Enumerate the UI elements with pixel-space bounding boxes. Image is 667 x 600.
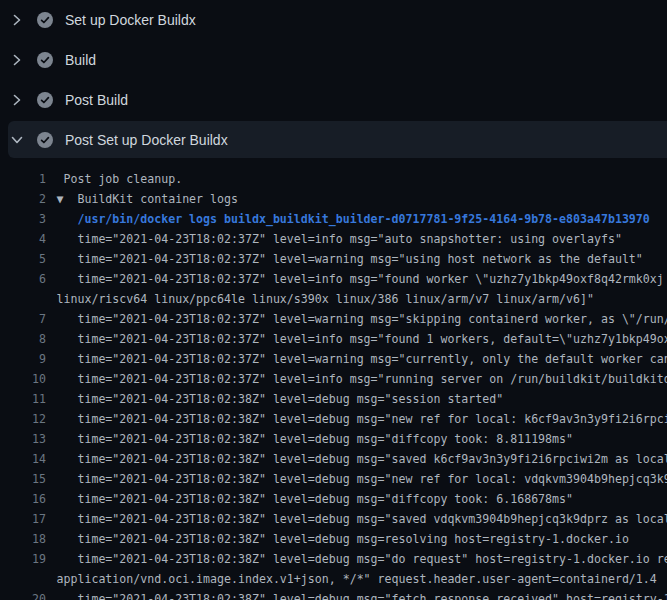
log-line-text: ▼ BuildKit container logs (57, 189, 238, 209)
log-line-text: time="2021-04-23T18:02:37Z" level=warnin… (57, 349, 667, 369)
log-line: 17 time="2021-04-23T18:02:38Z" level=deb… (0, 509, 667, 529)
log-line: application/vnd.oci.image.index.v1+json,… (0, 569, 667, 589)
log-line: 10 time="2021-04-23T18:02:37Z" level=inf… (0, 369, 667, 389)
log-line-text: time="2021-04-23T18:02:37Z" level=info m… (57, 269, 664, 289)
step-label: Post Build (65, 92, 128, 108)
log-line: 7 time="2021-04-23T18:02:37Z" level=warn… (0, 309, 667, 329)
log-line-text: time="2021-04-23T18:02:38Z" level=debug … (57, 509, 667, 529)
step-header[interactable]: Build (0, 40, 667, 80)
log-line-text: time="2021-04-23T18:02:38Z" level=debug … (57, 549, 667, 569)
step-header[interactable]: Set up Docker Buildx (0, 0, 667, 40)
log-line: 15 time="2021-04-23T18:02:38Z" level=deb… (0, 469, 667, 489)
log-line-number: 2 (0, 189, 46, 209)
log-line: 20 time="2021-04-23T18:02:38Z" level=deb… (0, 589, 667, 600)
log-area: 1 Post job cleanup. 2 ▼ BuildKit contain… (0, 160, 667, 600)
log-line: 19 time="2021-04-23T18:02:38Z" level=deb… (0, 549, 667, 569)
chevron-icon[interactable] (12, 52, 22, 68)
chevron-icon[interactable] (12, 12, 22, 28)
success-check-icon (37, 92, 53, 108)
log-line-text: application/vnd.oci.image.index.v1+json,… (57, 569, 657, 589)
log-line-number: 14 (0, 449, 46, 469)
log-line-text: time="2021-04-23T18:02:37Z" level=info m… (57, 229, 622, 249)
log-line: 13 time="2021-04-23T18:02:38Z" level=deb… (0, 429, 667, 449)
success-check-icon (37, 132, 53, 148)
log-line: 12 time="2021-04-23T18:02:38Z" level=deb… (0, 409, 667, 429)
log-line: 14 time="2021-04-23T18:02:38Z" level=deb… (0, 449, 667, 469)
success-check-icon (37, 52, 53, 68)
step-header[interactable]: Post Build (0, 80, 667, 120)
log-line-text: time="2021-04-23T18:02:37Z" level=info m… (57, 369, 667, 389)
log-line-number: 12 (0, 409, 46, 429)
log-line-text: time="2021-04-23T18:02:38Z" level=debug … (57, 389, 504, 409)
log-line-number: 1 (0, 169, 46, 189)
log-line: 18 time="2021-04-23T18:02:38Z" level=deb… (0, 529, 667, 549)
log-line-text: time="2021-04-23T18:02:38Z" level=debug … (57, 589, 667, 600)
log-line-number: 6 (0, 269, 46, 289)
log-line: 6 time="2021-04-23T18:02:37Z" level=info… (0, 269, 667, 289)
log-line-text: Post job cleanup. (57, 169, 183, 189)
step-label: Set up Docker Buildx (65, 12, 196, 28)
log-line-number: 9 (0, 349, 46, 369)
log-line-number: 20 (0, 589, 46, 600)
chevron-icon[interactable] (12, 92, 22, 108)
step-header[interactable]: Post Set up Docker Buildx (0, 120, 667, 160)
log-line-text: linux/riscv64 linux/ppc64le linux/s390x … (57, 289, 594, 309)
log-line-text: time="2021-04-23T18:02:38Z" level=debug … (57, 529, 629, 549)
log-line-text: time="2021-04-23T18:02:38Z" level=debug … (57, 469, 667, 489)
log-line-text: time="2021-04-23T18:02:38Z" level=debug … (57, 449, 667, 469)
log-line-text: /usr/bin/docker logs buildx_buildkit_bui… (57, 209, 650, 229)
log-line-number: 13 (0, 429, 46, 449)
log-line: 1 Post job cleanup. (0, 169, 667, 189)
log-line-number: 15 (0, 469, 46, 489)
log-line-number: 4 (0, 229, 46, 249)
log-line-number: 17 (0, 509, 46, 529)
log-line: 8 time="2021-04-23T18:02:37Z" level=info… (0, 329, 667, 349)
log-line: 9 time="2021-04-23T18:02:37Z" level=warn… (0, 349, 667, 369)
log-line-text: time="2021-04-23T18:02:38Z" level=debug … (57, 429, 574, 449)
log-line-text: time="2021-04-23T18:02:38Z" level=debug … (57, 489, 574, 509)
log-line: linux/riscv64 linux/ppc64le linux/s390x … (0, 289, 667, 309)
log-line-text: time="2021-04-23T18:02:37Z" level=warnin… (57, 249, 643, 269)
log-line-number: 7 (0, 309, 46, 329)
log-line-number: 16 (0, 489, 46, 509)
log-line-number: 5 (0, 249, 46, 269)
log-line: 11 time="2021-04-23T18:02:38Z" level=deb… (0, 389, 667, 409)
step-label: Post Set up Docker Buildx (65, 132, 228, 148)
log-line: 5 time="2021-04-23T18:02:37Z" level=warn… (0, 249, 667, 269)
log-line-number: 3 (0, 209, 46, 229)
step-label: Build (65, 52, 96, 68)
log-line-number: 8 (0, 329, 46, 349)
log-line-number: 18 (0, 529, 46, 549)
log-line-number: 19 (0, 549, 46, 569)
log-line-text: time="2021-04-23T18:02:37Z" level=info m… (57, 329, 667, 349)
log-line-text: time="2021-04-23T18:02:38Z" level=debug … (57, 409, 667, 429)
log-line: 4 time="2021-04-23T18:02:37Z" level=info… (0, 229, 667, 249)
log-line: 2 ▼ BuildKit container logs (0, 189, 667, 209)
log-line-number: 10 (0, 369, 46, 389)
success-check-icon (37, 12, 53, 28)
chevron-icon[interactable] (12, 132, 22, 148)
log-line: 3 /usr/bin/docker logs buildx_buildkit_b… (0, 209, 667, 229)
log-line-number: 11 (0, 389, 46, 409)
steps-list: Set up Docker Buildx Build (0, 0, 667, 160)
log-line-text: time="2021-04-23T18:02:37Z" level=warnin… (57, 309, 667, 329)
log-line: 16 time="2021-04-23T18:02:38Z" level=deb… (0, 489, 667, 509)
